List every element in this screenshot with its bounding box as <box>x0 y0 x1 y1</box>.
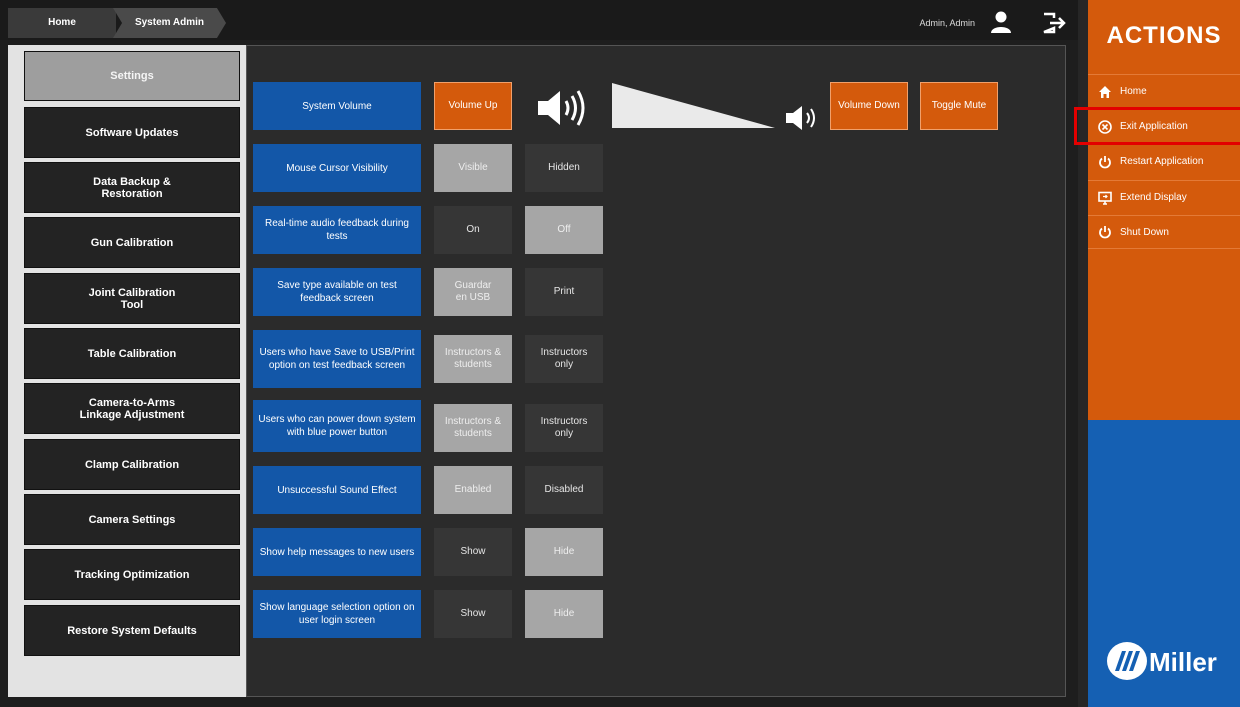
sound-effect-enabled-option[interactable]: Enabled <box>434 466 512 514</box>
nav-tracking-optimization[interactable]: Tracking Optimization <box>24 549 240 600</box>
nav-label: Data Backup & Restoration <box>93 175 171 200</box>
actions-title: ACTIONS <box>1106 22 1222 49</box>
power-icon <box>1099 226 1111 239</box>
nav-label: Camera-to-Arms Linkage Adjustment <box>79 396 185 421</box>
action-label: Shut Down <box>1120 226 1169 238</box>
nav-label: Restore System Defaults <box>67 624 197 637</box>
help-messages-label: Show help messages to new users <box>253 528 421 576</box>
display-icon <box>1098 191 1112 205</box>
action-label: Extend Display <box>1120 192 1187 203</box>
nav-restore-defaults[interactable]: Restore System Defaults <box>24 605 240 656</box>
volume-up-button[interactable]: Volume Up <box>434 82 512 130</box>
nav-label: Clamp Calibration <box>84 458 180 471</box>
save-print-option[interactable]: Print <box>525 268 603 316</box>
save-usb-text: Guardar en USB <box>454 280 492 303</box>
cursor-visible-option[interactable]: Visible <box>434 144 512 192</box>
language-show-option[interactable]: Show <box>434 590 512 638</box>
nav-label: Joint Calibration Tool <box>88 286 176 311</box>
nav-camera-settings[interactable]: Camera Settings <box>24 494 240 545</box>
option-text: Instructors only <box>540 347 588 370</box>
logout-icon[interactable] <box>1042 12 1066 34</box>
action-label: Home <box>1120 86 1147 97</box>
system-volume-label: System Volume <box>253 82 421 130</box>
audio-feedback-label: Real-time audio feedback during tests <box>253 206 421 254</box>
action-home[interactable]: Home <box>1088 74 1240 108</box>
power-down-users-label: Users who can power down system with blu… <box>253 400 421 452</box>
nav-label: Software Updates <box>85 126 179 139</box>
nav-table-calibration[interactable]: Table Calibration <box>24 328 240 379</box>
help-hide-option[interactable]: Hide <box>525 528 603 576</box>
save-usb-option[interactable]: Guardar en USB <box>434 268 512 316</box>
user-icon[interactable] <box>989 10 1013 34</box>
action-restart-application[interactable]: Restart Application <box>1088 144 1240 178</box>
power-icon <box>1099 155 1111 168</box>
help-show-option[interactable]: Show <box>434 528 512 576</box>
sound-effect-disabled-option[interactable]: Disabled <box>525 466 603 514</box>
language-selection-label: Show language selection option on user l… <box>253 590 421 638</box>
nav-settings[interactable]: Settings <box>24 51 240 101</box>
nav-settings-label: Settings <box>110 70 154 82</box>
action-shut-down[interactable]: Shut Down <box>1088 215 1240 249</box>
option-text: Instructors & students <box>444 416 502 439</box>
nav-camera-arms-linkage[interactable]: Camera-to-Arms Linkage Adjustment <box>24 383 240 434</box>
action-label: Restart Application <box>1120 156 1204 167</box>
cursor-hidden-option[interactable]: Hidden <box>525 144 603 192</box>
nav-joint-calibration[interactable]: Joint Calibration Tool <box>24 273 240 324</box>
volume-down-button[interactable]: Volume Down <box>830 82 908 130</box>
nav-gun-calibration[interactable]: Gun Calibration <box>24 217 240 268</box>
speaker-quiet-icon <box>786 106 815 130</box>
nav-label: Gun Calibration <box>90 236 174 249</box>
breadcrumb-home[interactable]: Home <box>8 8 116 38</box>
power-instructors-students-option[interactable]: Instructors & students <box>434 404 512 452</box>
breadcrumb-system-admin[interactable]: System Admin <box>113 8 226 38</box>
save-users-label: Users who have Save to USB/Print option … <box>253 330 421 388</box>
action-extend-display[interactable]: Extend Display <box>1088 180 1240 214</box>
audio-feedback-off-option[interactable]: Off <box>525 206 603 254</box>
save-users-instructors-students-option[interactable]: Instructors & students <box>434 335 512 383</box>
nav-label: Tracking Optimization <box>74 568 190 581</box>
nav-label: Camera Settings <box>88 513 176 526</box>
miller-logo: Miller <box>1107 642 1217 680</box>
nav-data-backup[interactable]: Data Backup & Restoration <box>24 162 240 213</box>
mouse-cursor-visibility-label: Mouse Cursor Visibility <box>253 144 421 192</box>
volume-level-indicator[interactable] <box>612 83 777 130</box>
home-icon <box>1099 85 1111 98</box>
nav-label: Table Calibration <box>87 347 177 360</box>
brand-name: Miller <box>1149 647 1217 677</box>
save-type-label: Save type available on test feedback scr… <box>253 268 421 316</box>
option-text: Instructors only <box>540 416 588 439</box>
option-text: Instructors & students <box>444 347 502 370</box>
language-hide-option[interactable]: Hide <box>525 590 603 638</box>
nav-software-updates[interactable]: Software Updates <box>24 107 240 158</box>
speaker-loud-icon <box>538 90 585 126</box>
user-name: Admin, Admin <box>919 18 975 28</box>
save-users-instructors-only-option[interactable]: Instructors only <box>525 335 603 383</box>
nav-clamp-calibration[interactable]: Clamp Calibration <box>24 439 240 490</box>
exit-application-highlight <box>1074 107 1240 145</box>
toggle-mute-button[interactable]: Toggle Mute <box>920 82 998 130</box>
audio-feedback-on-option[interactable]: On <box>434 206 512 254</box>
sound-effect-label: Unsuccessful Sound Effect <box>253 466 421 514</box>
power-instructors-only-option[interactable]: Instructors only <box>525 404 603 452</box>
